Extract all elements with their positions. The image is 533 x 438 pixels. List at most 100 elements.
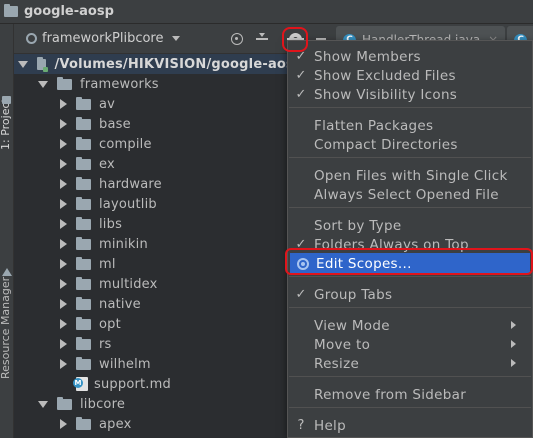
tree-item-label: minikin [99, 236, 148, 252]
resource-manager-tool-button[interactable]: Resource Manager [0, 277, 12, 379]
tree-folder-item[interactable]: libcore [14, 394, 125, 414]
tree-folder-item[interactable]: layoutlib [14, 194, 157, 214]
folder-icon [57, 76, 72, 90]
tree-folder-item[interactable]: ex [14, 154, 115, 174]
tree-item-label: ex [99, 156, 115, 172]
folder-icon [76, 296, 91, 310]
menu-item-label: Show Members [314, 48, 421, 65]
crosshair-icon [231, 33, 243, 45]
folder-icon [76, 236, 91, 250]
root-path: /Volumes/HIKVISION/google-aos [54, 56, 294, 72]
menu-separator [289, 107, 531, 108]
help-icon: ? [297, 418, 305, 433]
chevron-down-icon[interactable] [38, 400, 48, 408]
folder-icon [76, 416, 91, 430]
menu-item-label: Compact Directories [314, 136, 458, 153]
tree-item-label: base [99, 116, 131, 132]
menu-item-view-mode[interactable]: View Mode [288, 316, 532, 335]
menu-item-move-to[interactable]: Move to [288, 335, 532, 354]
project-folder-icon[interactable] [2, 96, 11, 104]
tree-folder-item[interactable]: libs [14, 214, 122, 234]
chevron-right-icon [511, 340, 516, 348]
folder-icon [76, 116, 91, 130]
folder-icon [76, 316, 91, 330]
module-folder-icon [37, 56, 50, 72]
tree-folder-item[interactable]: wilhelm [14, 354, 151, 374]
menu-separator [289, 407, 531, 408]
tree-folder-item[interactable]: base [14, 114, 131, 134]
menu-separator [289, 376, 531, 377]
tree-item-label: libs [99, 216, 123, 232]
chevron-down-icon[interactable] [38, 80, 48, 88]
menu-item-label: Open Files with Single Click [314, 167, 508, 184]
chevron-right-icon[interactable] [60, 339, 67, 349]
tree-folder-item[interactable]: compile [14, 134, 152, 154]
chevron-right-icon[interactable] [60, 179, 67, 189]
chevron-right-icon[interactable] [60, 159, 67, 169]
tree-folder-item[interactable]: ml [14, 254, 116, 274]
menu-item-help[interactable]: ? Help [288, 416, 532, 435]
menu-item-show-visibility-icons[interactable]: ✓ Show Visibility Icons [288, 85, 532, 104]
scope-selector[interactable]: frameworkPlibcore [14, 24, 181, 54]
project-tool-button[interactable]: 1: Project [0, 98, 12, 150]
menu-item-flatten-packages[interactable]: Flatten Packages [288, 116, 532, 135]
tree-folder-item[interactable]: av [14, 94, 115, 114]
menu-item-label: View Mode [314, 317, 390, 334]
chevron-right-icon[interactable] [60, 299, 67, 309]
edit-scopes-highlight-annotation [285, 248, 533, 275]
resource-manager-icon[interactable] [2, 268, 12, 276]
tree-item-label: layoutlib [99, 196, 157, 212]
tree-root[interactable]: /Volumes/HIKVISION/google-aos [14, 54, 294, 74]
tree-item-label: multidex [99, 276, 158, 292]
menu-item-group-tabs[interactable]: ✓ Group Tabs [288, 285, 532, 304]
tree-folder-item[interactable]: hardware [14, 174, 162, 194]
menu-item-show-members[interactable]: ✓ Show Members [288, 47, 532, 66]
menu-item-sort-by-type[interactable]: Sort by Type [288, 216, 532, 235]
menu-item-label: Move to [314, 336, 371, 353]
chevron-down-icon[interactable] [18, 60, 28, 68]
tree-folder-item[interactable]: opt [14, 314, 121, 334]
collapse-all-button[interactable] [252, 29, 272, 49]
chevron-right-icon[interactable] [60, 99, 67, 109]
menu-separator [289, 276, 531, 277]
chevron-right-icon[interactable] [60, 359, 67, 369]
tree-file-item[interactable]: support.md [14, 374, 171, 394]
menu-item-always-select-opened-file[interactable]: Always Select Opened File [288, 185, 532, 204]
tree-folder-item[interactable]: frameworks [14, 74, 159, 94]
menu-item-compact-directories[interactable]: Compact Directories [288, 135, 532, 154]
checkmark-icon: ✓ [295, 287, 307, 302]
tree-folder-item[interactable]: multidex [14, 274, 158, 294]
menu-item-remove-from-sidebar[interactable]: Remove from Sidebar [288, 385, 532, 404]
chevron-right-icon [511, 321, 516, 329]
chevron-right-icon[interactable] [60, 139, 67, 149]
menu-item-open-files-with-single-click[interactable]: Open Files with Single Click [288, 166, 532, 185]
menu-item-label: Resize [314, 355, 360, 372]
menu-item-label: Flatten Packages [314, 117, 434, 134]
folder-icon [76, 96, 91, 110]
chevron-right-icon[interactable] [60, 279, 67, 289]
window-title: google-aosp [24, 4, 114, 19]
folder-icon [76, 356, 91, 370]
locate-file-button[interactable] [227, 29, 247, 49]
chevron-right-icon[interactable] [60, 119, 67, 129]
menu-item-label: Group Tabs [314, 286, 393, 303]
chevron-right-icon[interactable] [60, 219, 67, 229]
chevron-right-icon[interactable] [60, 319, 67, 329]
chevron-right-icon[interactable] [60, 259, 67, 269]
tree-item-label: opt [99, 316, 121, 332]
checkmark-icon: ✓ [295, 87, 307, 102]
folder-icon [76, 276, 91, 290]
chevron-right-icon[interactable] [60, 419, 67, 429]
chevron-right-icon[interactable] [60, 199, 67, 209]
tree-item-label: native [99, 296, 141, 312]
chevron-right-icon[interactable] [60, 239, 67, 249]
folder-icon [76, 336, 91, 350]
folder-icon [76, 256, 91, 270]
tree-folder-item[interactable]: apex [14, 414, 131, 434]
menu-item-resize[interactable]: Resize [288, 354, 532, 373]
menu-item-show-excluded-files[interactable]: ✓ Show Excluded Files [288, 66, 532, 85]
tree-item-label: support.md [94, 376, 171, 392]
tree-folder-item[interactable]: rs [14, 334, 112, 354]
tree-folder-item[interactable]: minikin [14, 234, 148, 254]
tree-folder-item[interactable]: native [14, 294, 141, 314]
